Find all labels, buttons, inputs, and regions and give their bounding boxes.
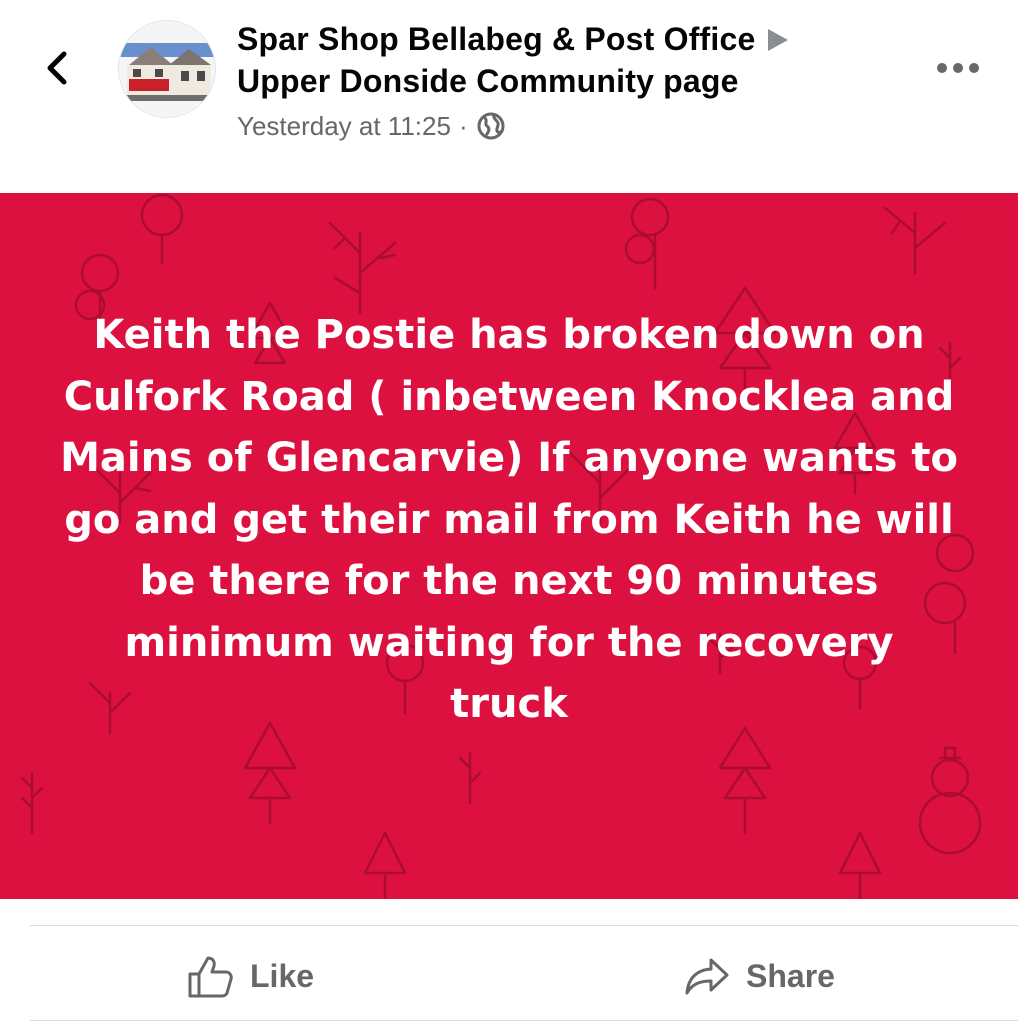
post-body-text: Keith the Postie has broken down on Culf… (60, 312, 958, 727)
more-horizontal-icon (937, 63, 979, 73)
share-label: Share (746, 957, 835, 994)
share-arrow-icon (685, 958, 729, 995)
bottom-divider (30, 1020, 1018, 1021)
more-options-button[interactable] (936, 56, 980, 80)
chevron-left-icon (47, 51, 67, 85)
post-meta: Yesterday at 11:25 · (237, 108, 506, 144)
post-background: Keith the Postie has broken down on Culf… (0, 193, 1018, 899)
meta-separator: · (458, 111, 468, 141)
shop-photo (119, 21, 215, 117)
globe-icon (477, 112, 505, 140)
page-avatar[interactable] (118, 20, 216, 118)
thumbs-up-icon (188, 956, 233, 998)
like-label: Like (250, 957, 315, 994)
post-actions-bar: Like Share (0, 926, 1018, 1023)
page-name-link[interactable]: Spar Shop Bellabeg & Post Office (237, 18, 756, 60)
share-button[interactable]: Share (684, 952, 835, 1000)
post-title: Spar Shop Bellabeg & Post Office Upper D… (237, 18, 877, 102)
back-button[interactable] (36, 44, 84, 92)
triangle-right-icon (767, 28, 788, 51)
post-header: Spar Shop Bellabeg & Post Office Upper D… (0, 0, 1018, 193)
like-button[interactable]: Like (186, 952, 314, 1000)
group-name-link[interactable]: Upper Donside Community page (237, 60, 739, 102)
post-timestamp[interactable]: Yesterday at 11:25 (237, 111, 451, 141)
